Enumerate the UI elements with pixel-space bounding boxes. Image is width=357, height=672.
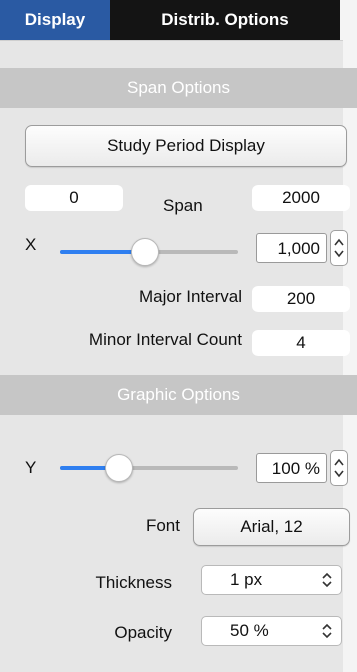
y-stepper[interactable] [330,450,348,486]
font-label: Font [145,516,180,535]
opacity-value: 50 % [230,621,269,640]
y-value-field[interactable]: 100 % [256,453,327,483]
x-slider[interactable] [60,238,238,266]
study-period-display-button[interactable]: Study Period Display [25,125,347,167]
font-button[interactable]: Arial, 12 [193,508,350,546]
x-slider-knob[interactable] [131,238,160,266]
x-label: X [25,235,37,254]
thickness-select[interactable]: 1 px [201,565,342,595]
opacity-label: Opacity [114,623,172,642]
tab-bar: Display Distrib. Options [0,0,357,41]
minor-interval-count-field[interactable]: 4 [252,330,350,356]
minor-interval-count-label: Minor Interval Count [88,330,242,349]
y-slider[interactable] [60,454,238,482]
thickness-value: 1 px [230,570,263,589]
tab-display[interactable]: Display [0,0,110,40]
x-stepper[interactable] [330,230,348,266]
span-label: Span [163,196,203,215]
major-interval-label: Major Interval [139,287,242,306]
thickness-label: Thickness [95,573,172,592]
y-slider-knob[interactable] [104,454,133,482]
opacity-select[interactable]: 50 % [201,616,342,646]
x-value-field[interactable]: 1,000 [256,233,327,263]
chevron-up-down-icon [322,572,332,588]
up-down-arrows-icon [334,238,344,258]
chevron-up-down-icon [322,623,332,639]
graphic-options-header: Graphic Options [0,375,357,415]
y-label: Y [25,458,37,477]
span-options-header: Span Options [0,68,357,108]
tab-distrib-options[interactable]: Distrib. Options [110,0,340,40]
major-interval-field[interactable]: 200 [252,286,350,312]
span-start-field[interactable]: 0 [25,185,123,211]
span-end-field[interactable]: 2000 [252,185,350,211]
up-down-arrows-icon [334,458,344,478]
